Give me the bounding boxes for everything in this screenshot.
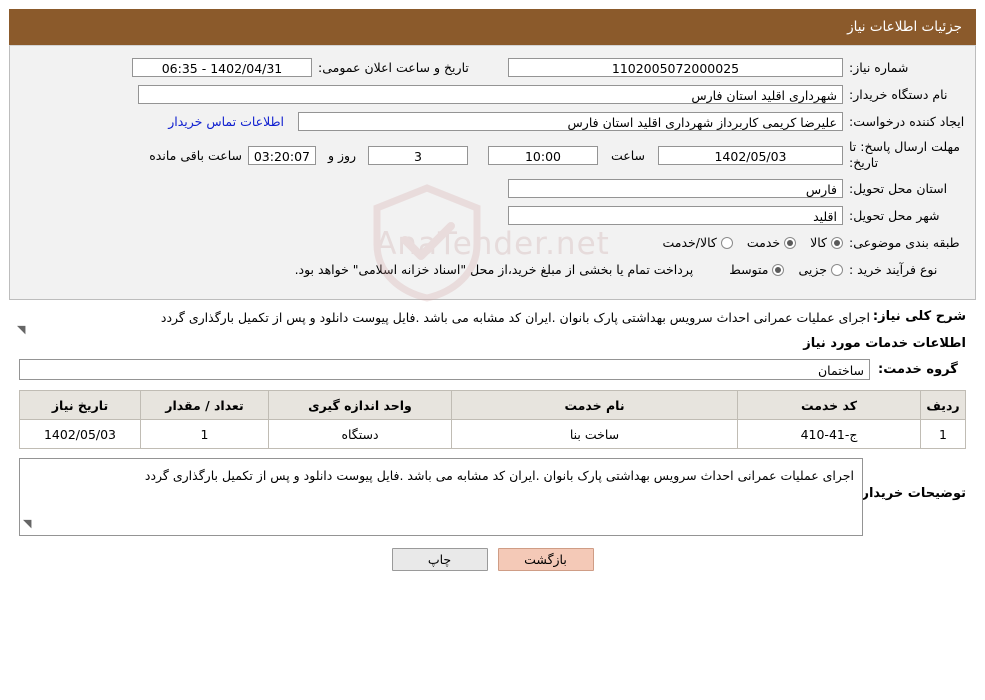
hour-label: ساعت [610, 147, 645, 163]
process-option-motevaset[interactable]: متوسط [729, 262, 785, 277]
category-option-khedmat[interactable]: خدمت [746, 235, 797, 250]
row-need-number: شماره نیاز: 1102005072000025 تاریخ و ساع… [18, 56, 967, 79]
radio-icon[interactable] [784, 236, 797, 249]
th-name: نام خدمت [451, 390, 738, 420]
city-label: شهر محل تحویل: [849, 208, 940, 223]
cell-code: ج-41-410 [737, 419, 921, 449]
cell-date: 1402/05/03 [19, 419, 141, 449]
general-description-value: اجرای عملیات عمرانی احداث سرویس بهداشتی … [160, 310, 870, 325]
remaining-label: ساعت باقی مانده [149, 147, 242, 163]
category-option-kala-khedmat[interactable]: کالا/خدمت [662, 235, 733, 250]
print-button[interactable]: چاپ [391, 548, 488, 571]
need-number-field[interactable]: 1102005072000025 [508, 58, 843, 77]
resize-grip-icon[interactable]: ◥ [23, 513, 31, 534]
general-description-label: شرح کلی نیاز: [872, 309, 966, 324]
buyer-note-textarea[interactable]: اجرای عملیات عمرانی احداث سرویس بهداشتی … [19, 458, 863, 536]
days-and-label: روز و [327, 147, 357, 163]
th-date: تاریخ نیاز [19, 390, 141, 420]
radio-icon[interactable] [720, 236, 733, 249]
table-header-row: ردیف کد خدمت نام خدمت واحد اندازه گیری ت… [19, 390, 966, 420]
buyer-org-field[interactable]: شهرداری اقلید استان فارس [138, 85, 843, 104]
deadline-time-field[interactable]: 10:00 [488, 145, 598, 165]
need-details-panel: AnaTender.net شماره نیاز: 11020050720000… [9, 45, 976, 302]
th-unit: واحد اندازه گیری [268, 390, 452, 420]
general-description-row: شرح کلی نیاز: اجرای عملیات عمرانی احداث … [17, 308, 966, 336]
buyer-note-label: توضیحات خریدار: [856, 486, 966, 501]
creator-field[interactable]: علیرضا کریمی کاربرداز شهرداری اقلید استا… [298, 112, 843, 131]
page-title: جزئیات اطلاعات نیاز [847, 19, 962, 35]
page-header: جزئیات اطلاعات نیاز [9, 9, 976, 45]
cell-row: 1 [920, 419, 966, 449]
row-deadline: مهلت ارسال پاسخ: تا تاریخ: 1402/05/03 سا… [18, 137, 967, 173]
category-option-kala-label: کالا [810, 235, 827, 250]
th-code: کد خدمت [737, 390, 921, 420]
process-note: پرداخت تمام یا بخشی از مبلغ خرید،از محل … [294, 262, 694, 277]
category-label: طبقه بندی موضوعی: [849, 235, 960, 250]
process-label: نوع فرآیند خرید : [849, 262, 938, 277]
page-root: جزئیات اطلاعات نیاز AnaTender.net شماره … [0, 9, 985, 700]
service-group-label: گروه خدمت: [878, 362, 958, 377]
province-label: استان محل تحویل: [849, 181, 948, 196]
city-field[interactable]: اقلید [508, 206, 843, 225]
category-option-kala-khedmat-label: کالا/خدمت [662, 235, 717, 250]
service-group-field[interactable]: ساختمان [19, 359, 870, 380]
remaining-days-field[interactable]: 3 [368, 145, 468, 165]
buyer-org-label: نام دستگاه خریدار: [849, 87, 948, 102]
process-option-jozi-label: جزیی [798, 262, 827, 277]
th-qty: تعداد / مقدار [140, 390, 269, 420]
buyer-note-row: توضیحات خریدار: اجرای عملیات عمرانی احدا… [19, 458, 966, 536]
announce-datetime-label: تاریخ و ساعت اعلان عمومی: [318, 60, 469, 75]
radio-icon[interactable] [772, 263, 785, 276]
cell-unit: دستگاه [268, 419, 452, 449]
province-field[interactable]: فارس [508, 179, 843, 198]
cell-name: ساخت بنا [451, 419, 738, 449]
announce-datetime-field[interactable]: 1402/04/31 - 06:35 [132, 58, 312, 77]
buyer-contact-link[interactable]: اطلاعات تماس خریدار [168, 114, 298, 129]
category-option-khedmat-label: خدمت [746, 235, 781, 250]
remaining-time-field[interactable]: 03:20:07 [248, 145, 316, 165]
row-city: شهر محل تحویل: اقلید [18, 204, 967, 227]
service-group-row: گروه خدمت: ساختمان [19, 359, 966, 380]
radio-icon[interactable] [831, 236, 843, 249]
back-button[interactable]: بازگشت [497, 548, 594, 571]
process-option-motevaset-label: متوسط [729, 262, 769, 277]
category-option-kala[interactable]: کالا [810, 235, 843, 250]
buyer-note-text: اجرای عملیات عمرانی احداث سرویس بهداشتی … [144, 468, 854, 483]
need-number-label: شماره نیاز: [849, 60, 909, 75]
services-section-title: اطلاعات خدمات مورد نیاز [803, 336, 966, 351]
row-category: طبقه بندی موضوعی: کالا خدمت کالا/خدمت [18, 231, 967, 254]
table-row: 1 ج-41-410 ساخت بنا دستگاه 1 1402/05/03 [19, 419, 966, 449]
row-process-type: نوع فرآیند خرید : جزیی متوسط پرداخت تمام… [18, 258, 967, 281]
row-creator: ایجاد کننده درخواست: علیرضا کریمی کاربرد… [18, 110, 967, 133]
services-table: ردیف کد خدمت نام خدمت واحد اندازه گیری ت… [19, 390, 966, 449]
row-province: استان محل تحویل: فارس [18, 177, 967, 200]
general-description-text: اجرای عملیات عمرانی احداث سرویس بهداشتی … [17, 308, 870, 336]
footer-buttons: بازگشت چاپ [19, 536, 966, 579]
creator-label: ایجاد کننده درخواست: [849, 114, 965, 129]
row-buyer-org: نام دستگاه خریدار: شهرداری اقلید استان ف… [18, 83, 967, 106]
resize-grip-icon[interactable]: ◥ [17, 320, 25, 340]
deadline-label: مهلت ارسال پاسخ: تا تاریخ: [849, 139, 960, 170]
need-body-section: شرح کلی نیاز: اجرای عملیات عمرانی احداث … [9, 300, 976, 583]
th-row: ردیف [920, 390, 966, 420]
deadline-date-field[interactable]: 1402/05/03 [658, 145, 843, 165]
radio-icon[interactable] [831, 263, 843, 276]
process-option-jozi[interactable]: جزیی [798, 262, 843, 277]
cell-qty: 1 [140, 419, 269, 449]
